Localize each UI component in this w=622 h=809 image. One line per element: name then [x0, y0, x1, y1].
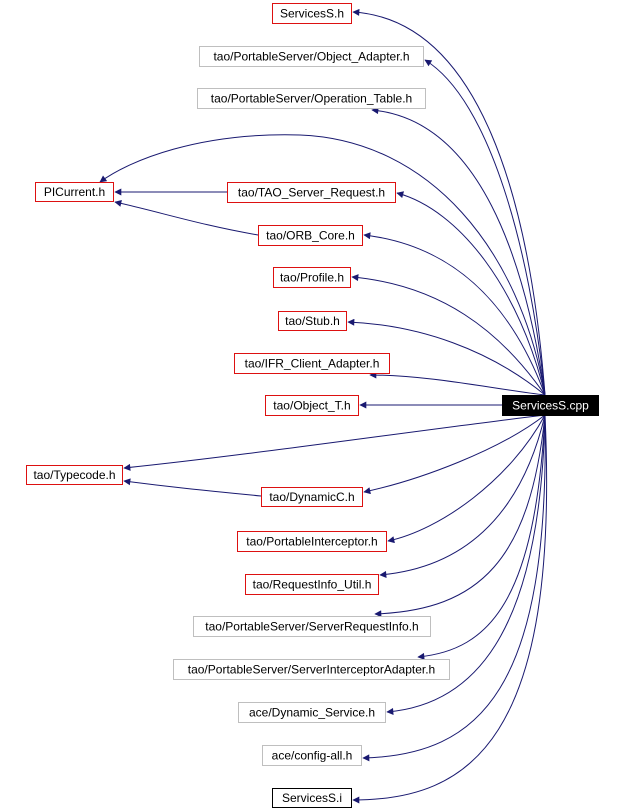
edge-root-to-servicess-h — [352, 8, 546, 396]
node-object-adapter[interactable]: tao/PortableServer/Object_Adapter.h — [199, 46, 424, 67]
node-object-t[interactable]: tao/Object_T.h — [265, 395, 359, 416]
node-label: ace/config-all.h — [272, 749, 353, 763]
edge-root-to-server-request-info — [374, 414, 546, 618]
node-stub[interactable]: tao/Stub.h — [278, 311, 347, 331]
node-server-interceptor-adapter[interactable]: tao/PortableServer/ServerInterceptorAdap… — [173, 659, 450, 680]
nodes-layer: ServicesS.cpp ServicesS.h tao/PortableServ… — [26, 3, 599, 808]
node-label: tao/PortableServer/ServerRequestInfo.h — [205, 620, 418, 634]
node-label: tao/ORB_Core.h — [266, 229, 355, 243]
dependency-graph: ServicesS.cpp ServicesS.h tao/PortableServ… — [26, 3, 599, 808]
node-portable-interceptor[interactable]: tao/PortableInterceptor.h — [237, 531, 387, 552]
node-requestinfo-util[interactable]: tao/RequestInfo_Util.h — [245, 574, 379, 595]
node-server-request-info[interactable]: tao/PortableServer/ServerRequestInfo.h — [193, 616, 431, 637]
edge-root-to-config-all — [362, 414, 546, 762]
edge-root-to-server-interceptor-adapter — [417, 414, 546, 660]
node-label: ServicesS.h — [280, 7, 344, 21]
node-orb-core[interactable]: tao/ORB_Core.h — [258, 225, 363, 246]
node-operation-table[interactable]: tao/PortableServer/Operation_Table.h — [197, 88, 426, 109]
node-label: tao/Stub.h — [285, 314, 340, 328]
node-label: tao/PortableServer/ServerInterceptorAdap… — [188, 663, 435, 677]
node-label: tao/PortableServer/Object_Adapter.h — [213, 50, 409, 64]
edge-root-to-typecode — [123, 414, 546, 471]
edge-root-to-operation-table — [371, 107, 546, 396]
node-label: tao/RequestInfo_Util.h — [253, 578, 372, 592]
edge-root-to-requestinfo-util — [379, 414, 546, 578]
edge-root-to-object-adapter — [424, 59, 546, 396]
node-root[interactable]: ServicesS.cpp — [502, 395, 599, 416]
edge-root-to-profile — [351, 274, 546, 396]
node-label: tao/Typecode.h — [33, 468, 115, 482]
node-label: tao/DynamicC.h — [269, 490, 354, 504]
edge-dynamicc-to-typecode — [123, 478, 262, 497]
node-typecode[interactable]: tao/Typecode.h — [26, 465, 123, 485]
node-label: PICurrent.h — [44, 185, 105, 199]
node-label: tao/Object_T.h — [273, 399, 350, 413]
node-servicess-i[interactable]: ServicesS.i — [272, 788, 352, 808]
edge-root-to-ifr-client-adapter — [369, 371, 546, 396]
node-servicess-h[interactable]: ServicesS.h — [272, 3, 352, 24]
node-label: tao/PortableServer/Operation_Table.h — [211, 92, 412, 106]
edge-root-to-servicess-i — [352, 414, 548, 804]
node-label: ServicesS.cpp — [512, 399, 589, 413]
node-config-all[interactable]: ace/config-all.h — [262, 745, 362, 766]
node-profile[interactable]: tao/Profile.h — [273, 267, 351, 288]
node-dynamic-service[interactable]: ace/Dynamic_Service.h — [238, 702, 386, 723]
node-label: tao/IFR_Client_Adapter.h — [245, 357, 380, 371]
node-label: tao/TAO_Server_Request.h — [238, 186, 385, 200]
node-picurrent[interactable]: PICurrent.h — [35, 182, 114, 202]
node-dynamicc[interactable]: tao/DynamicC.h — [261, 487, 363, 507]
edge-orb-core-to-picurrent — [114, 199, 259, 236]
node-label: ace/Dynamic_Service.h — [249, 706, 375, 720]
node-label: tao/Profile.h — [280, 271, 344, 285]
node-tao-server-request[interactable]: tao/TAO_Server_Request.h — [227, 182, 396, 203]
node-ifr-client-adapter[interactable]: tao/IFR_Client_Adapter.h — [234, 353, 390, 374]
node-label: ServicesS.i — [282, 791, 342, 805]
node-label: tao/PortableInterceptor.h — [246, 535, 377, 549]
